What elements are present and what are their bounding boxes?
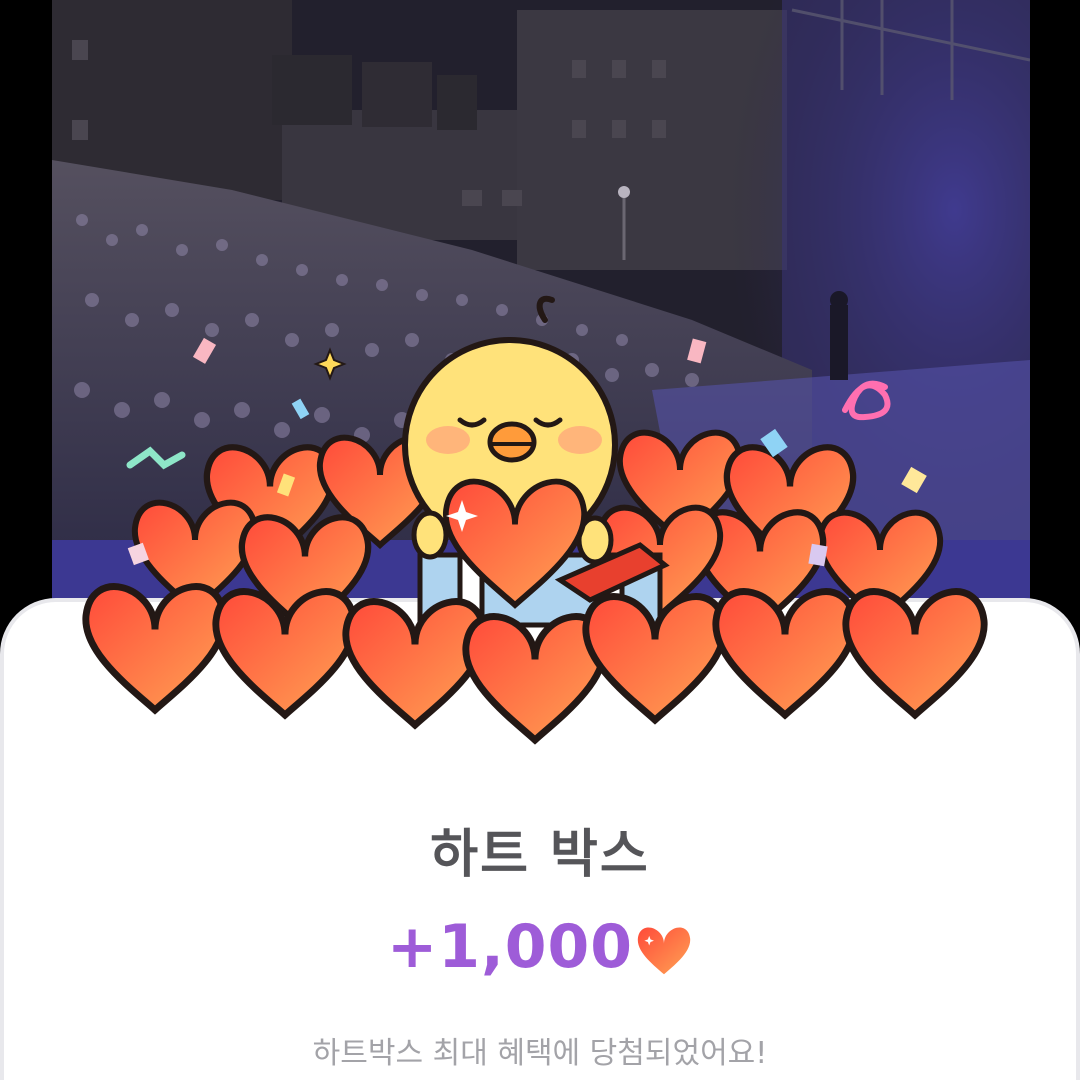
left-letterbox — [0, 0, 52, 600]
right-letterbox — [1030, 0, 1080, 600]
banner-photo — [52, 0, 1030, 600]
reward-message: 하트박스 최대 혜택에 당첨되었어요! — [312, 1036, 768, 1071]
heart-icon — [637, 927, 691, 975]
reward-title: 하트 박스 — [430, 825, 650, 885]
reward-amount-row: +1,000 — [0, 912, 1080, 982]
reward-amount: +1,000 — [386, 912, 634, 982]
